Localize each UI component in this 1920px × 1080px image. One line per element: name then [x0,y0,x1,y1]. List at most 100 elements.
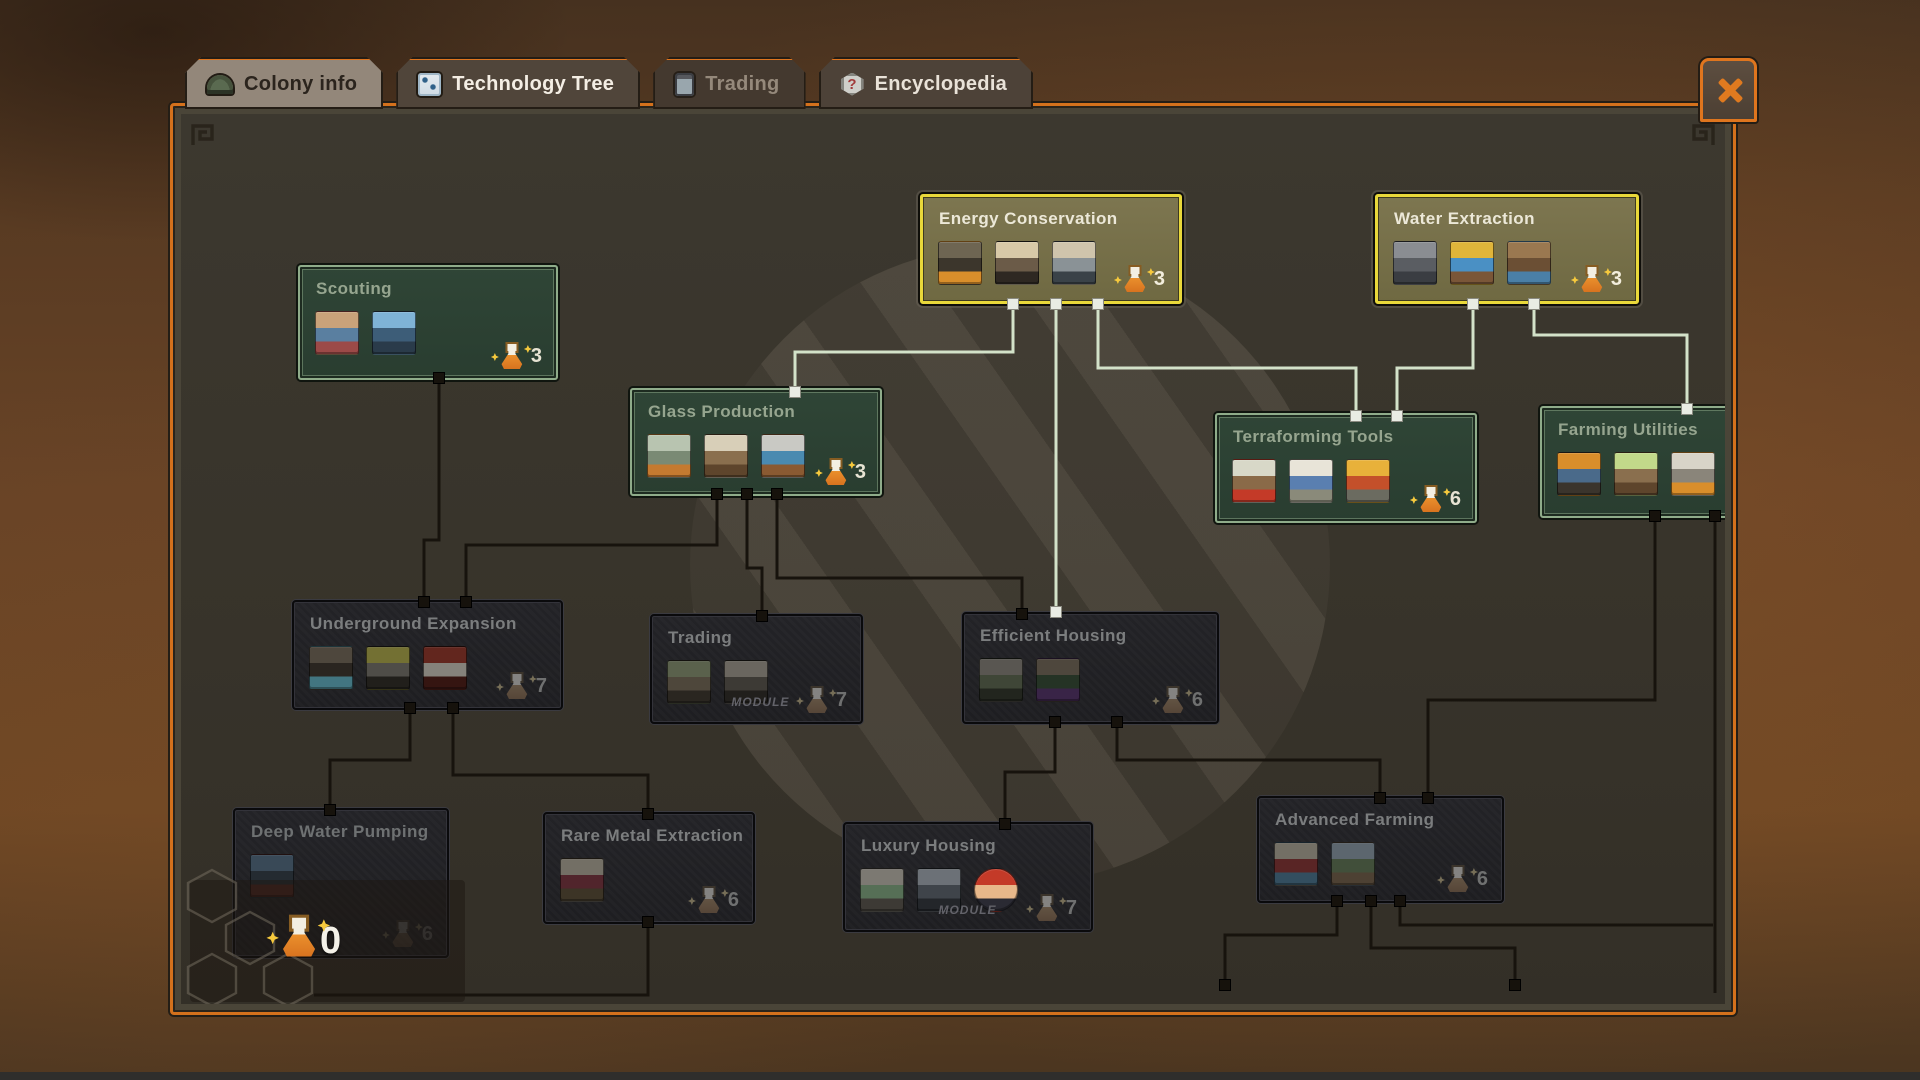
science-flask-icon [501,344,523,369]
wire-farming-utilities-to-advanced-farming [1428,516,1655,798]
research-cost: 6 [698,888,739,913]
survey-frame-icon [938,241,982,285]
science-flask-icon [825,460,847,485]
hydroponics-icon [1274,842,1318,886]
tech-node-glass-production[interactable]: Glass Production 3 [630,388,882,496]
research-cost: 7 [1036,896,1077,921]
scout-gear-icon [315,311,359,355]
science-flask-icon [806,688,828,713]
research-cost: 7 [806,688,847,713]
tech-node-title: Rare Metal Extraction [561,826,743,846]
tech-node-icons [979,658,1080,702]
research-cost: 6 [1162,688,1203,713]
tab-label: Colony info [244,73,357,96]
tech-node-trading-node[interactable]: TradingMODULE7 [650,614,863,724]
solar-panel-icon [995,241,1039,285]
scaffold-icon [1393,241,1437,285]
tech-node-icons [1557,452,1725,496]
tech-node-efficient-housing[interactable]: Efficient Housing 6 [962,612,1219,724]
tech-node-energy-conservation[interactable]: Energy Conservation3 [920,194,1182,304]
tab-label: Encyclopedia [875,73,1008,96]
fuel-barrel-icon [423,646,467,690]
round-house-icon [979,658,1023,702]
drying-rack-icon [704,434,748,478]
research-cost: 3 [1124,267,1165,292]
tech-node-icons [560,858,604,902]
science-flask-icon [282,918,316,965]
tech-node-farming-utilities[interactable]: Farming Utilities [1540,406,1725,518]
research-cost-value: 3 [1154,268,1165,291]
circuit-icon [418,73,441,96]
close-button[interactable] [1700,58,1757,122]
research-cost-value: 3 [855,461,866,484]
tech-node-icons [309,646,467,690]
tech-node-icons [315,311,416,355]
vending-machine-icon [860,868,904,912]
tab-encyclopedia[interactable]: Encyclopedia [819,57,1034,109]
drill-rig-icon [366,646,410,690]
tab-trading[interactable]: Trading [653,57,805,109]
research-cost-value: 6 [1192,689,1203,712]
irrigation-grid-icon [1331,842,1375,886]
tech-node-scouting[interactable]: Scouting 3 [298,265,558,380]
wire-advanced-farming-to-offscreen-east [1400,901,1713,925]
game-screen: Colony info Technology TreeTrading Encyclo… [0,0,1920,1080]
corner-ornament-icon [190,120,216,146]
science-flask-icon [506,674,528,699]
tech-node-terraforming-tools[interactable]: Terraforming Tools6 [1215,413,1477,523]
wire-advanced-farming-to-offscreen-south-b [1371,901,1515,985]
research-cost: 6 [1420,487,1461,512]
mine-entrance-icon [309,646,353,690]
metal-extractor-icon [560,858,604,902]
science-flask-icon [1036,896,1058,921]
research-cost-value: 7 [536,675,547,698]
terraform-dome-icon [1289,459,1333,503]
wire-glass-production-to-underground-expansion [466,494,717,602]
research-cost: 3 [501,344,542,369]
scout-robot-icon [372,311,416,355]
greenhouse-icon [1614,452,1658,496]
heat-crystal-icon [1346,459,1390,503]
tech-node-icons [1232,459,1390,503]
tech-node-title: Glass Production [648,402,795,422]
research-cost-value: 7 [1066,897,1077,920]
connector-offscreen-south-a [1220,980,1231,991]
glass-smelter-icon [647,434,691,478]
wire-underground-expansion-to-rare-metal-extraction [453,708,648,814]
tech-node-title: Luxury Housing [861,836,996,856]
tech-node-rare-metal-extraction[interactable]: Rare Metal Extraction 6 [543,812,755,924]
tech-node-title: Efficient Housing [980,626,1127,646]
module-badge: MODULE [731,695,789,709]
science-flask-icon [698,888,720,913]
tab-bar: Colony info Technology TreeTrading Encyclo… [185,57,1033,109]
research-cost-value: 3 [531,345,542,368]
tab-technology-tree[interactable]: Technology Tree [396,57,640,109]
tech-node-underground-expansion[interactable]: Underground Expansion7 [292,600,563,710]
wire-water-extraction-to-farming-utilities [1534,304,1687,409]
tech-node-title: Scouting [316,279,392,299]
water-wheel-icon [1507,241,1551,285]
science-flask-icon [1447,867,1469,892]
tab-colony-info[interactable]: Colony info [185,57,383,109]
tech-node-water-extraction[interactable]: Water Extraction3 [1375,194,1639,304]
emblem-watermark [690,245,1330,885]
tower-house-icon [1036,658,1080,702]
connector-offscreen-south-b [1510,980,1521,991]
research-cost: 7 [506,674,547,699]
tech-node-advanced-farming[interactable]: Advanced Farming 6 [1257,796,1504,903]
wire-underground-expansion-to-deep-water-pumping [330,708,410,810]
dome-icon [207,75,233,94]
research-cost: 6 [1447,867,1488,892]
tech-tree-canvas[interactable]: Scouting3Energy Conservation3Water Extra… [181,114,1725,1004]
tech-node-title: Farming Utilities [1558,420,1698,440]
lantern-icon [675,73,694,96]
battery-machine-icon [1052,241,1096,285]
spore-tower-icon [1232,459,1276,503]
tech-node-luxury-housing[interactable]: Luxury HousingMODULE7 [843,822,1093,932]
field-frame-icon [1557,452,1601,496]
harvest-ring-icon [1671,452,1715,496]
research-cost: 3 [1581,267,1622,292]
tech-node-icons [1274,842,1375,886]
tech-node-icons [1393,241,1551,285]
tech-node-title: Advanced Farming [1275,810,1434,830]
